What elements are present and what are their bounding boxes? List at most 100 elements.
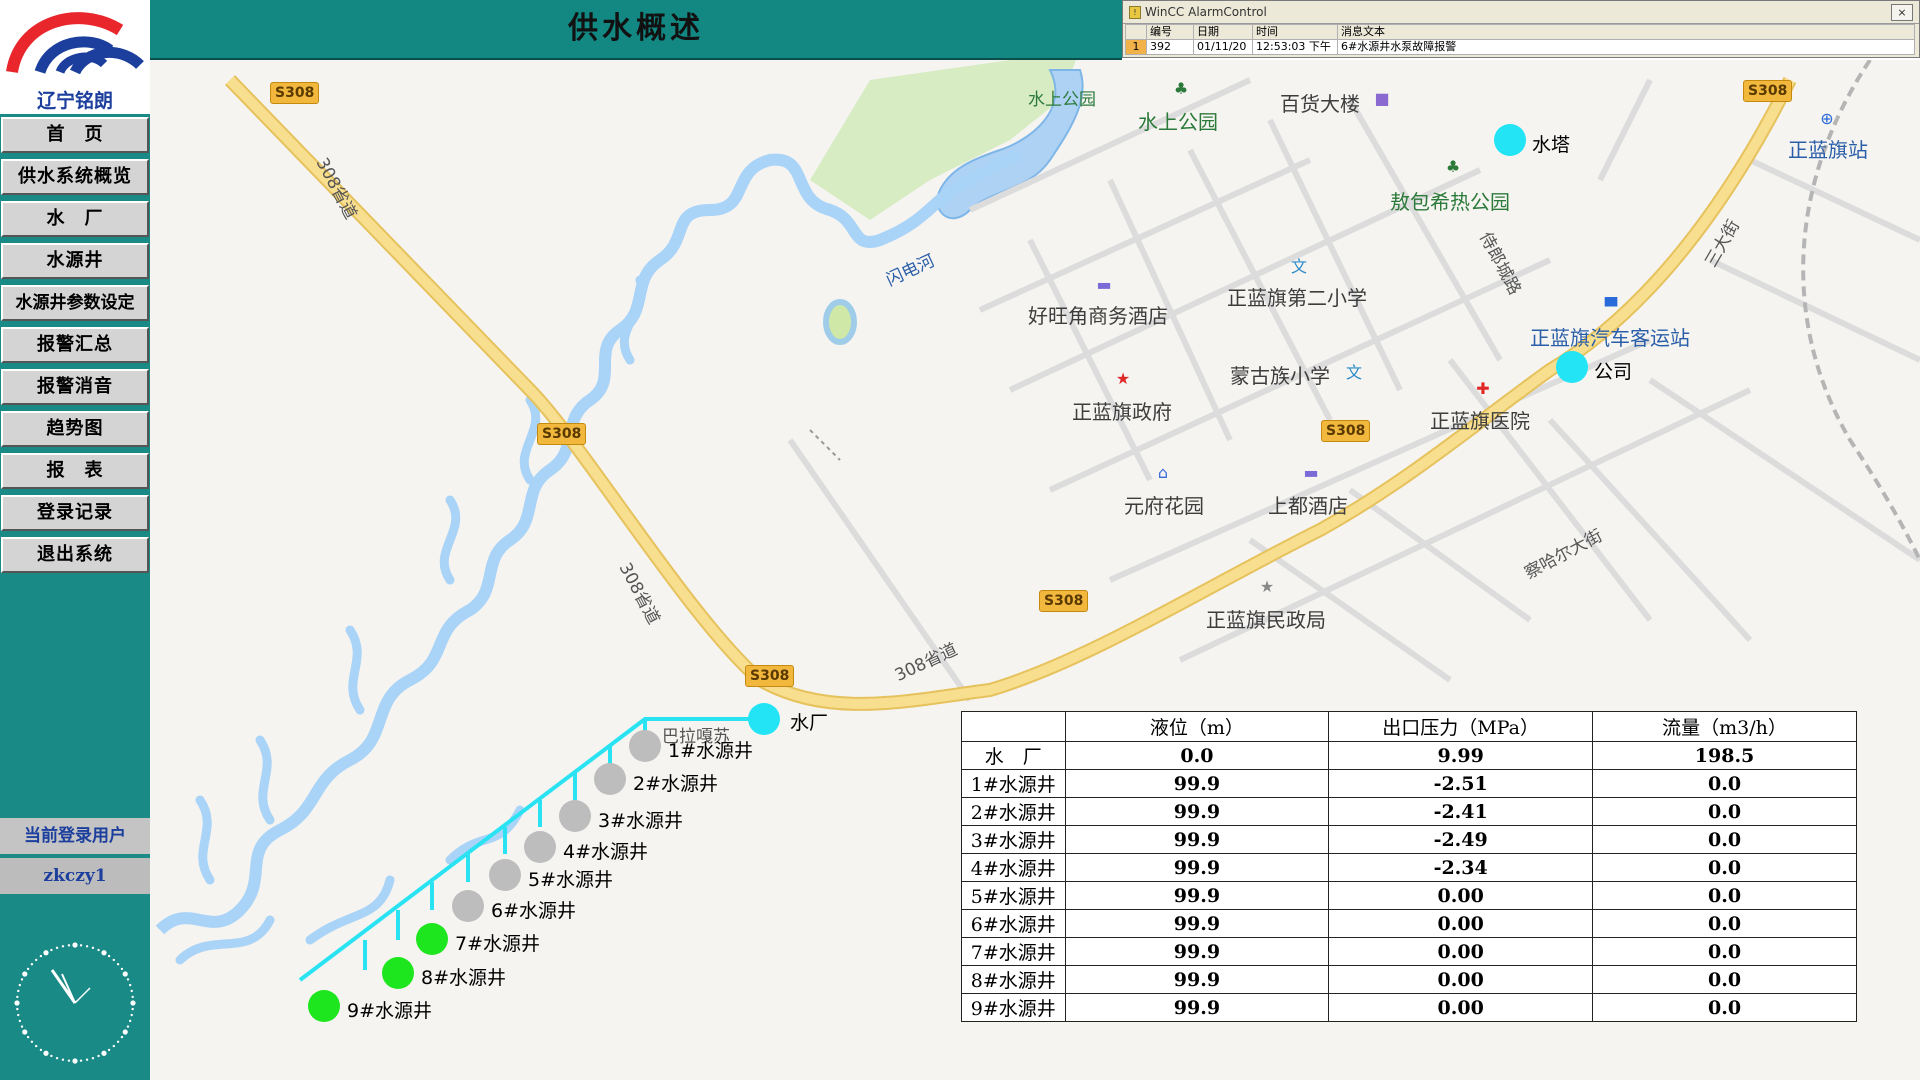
alarm-titlebar: ! WinCC AlarmControl ⨯ [1123,1,1919,24]
nav-wells-button[interactable]: 水源井 [1,243,149,279]
clock-tick [72,1058,78,1064]
clock-tick [116,1040,120,1044]
water-tower-node[interactable] [1494,124,1526,156]
clock-tick [50,1054,53,1058]
nav-home-button[interactable]: 首 页 [1,117,149,153]
clock-tick [34,958,38,962]
well-4-node[interactable] [524,831,556,863]
clock-tick [131,995,134,999]
table-row: 2#水源井 99.9 -2.41 0.0 [961,797,1857,826]
row-level: 99.9 [1064,797,1330,826]
clock-tick [130,1000,136,1006]
clock-tick [107,954,111,958]
clock-tick [79,1059,83,1062]
well-6-node[interactable] [452,890,484,922]
clock-tick [128,1019,132,1023]
clock-tick [17,1013,20,1017]
nav-supply-overview-button[interactable]: 供水系统概览 [1,159,149,195]
clock-tick [18,1019,22,1023]
row-level: 99.9 [1064,881,1330,910]
alarm-col-date: 日期 [1193,24,1253,40]
water-plant-node[interactable] [748,703,780,735]
table-row: 5#水源井 99.9 0.00 0.0 [961,881,1857,910]
clock-tick [130,1013,133,1017]
row-name: 1#水源井 [961,769,1066,798]
row-level: 99.9 [1064,909,1330,938]
row-name: 9#水源井 [961,993,1066,1022]
nav-login-log-button[interactable]: 登录记录 [1,495,149,531]
company-name: 辽宁铭朗 [36,90,113,112]
nav-well-params-button[interactable]: 水源井参数设定 [1,285,149,321]
nav-exit-button[interactable]: 退出系统 [1,537,149,573]
row-flow: 0.0 [1592,993,1857,1022]
water-data-table: 液位（m） 出口压力（MPa） 流量（m3/h） 水 厂 0.0 9.99 198.5… [961,711,1857,1022]
row-name: 5#水源井 [961,881,1066,910]
alarm-control-window[interactable]: ! WinCC AlarmControl ⨯ 编号 日期 时间 消息文本 1 3… [1122,0,1920,58]
well-3-node[interactable] [559,800,591,832]
map-label-aobao-park: 敖包希热公园 [1390,190,1510,214]
clock-tick [97,948,100,952]
clock-tick [97,1054,100,1058]
logo-arcs-icon [6,12,144,75]
map-label-train-station: 正蓝旗站 [1788,138,1868,162]
clock-tick [55,946,59,950]
nav-water-plant-button[interactable]: 水 厂 [1,201,149,237]
clock-tick [116,962,120,966]
table-header-row: 液位（m） 出口压力（MPa） 流量（m3/h） [961,711,1857,742]
close-icon[interactable]: ⨯ [1891,4,1913,21]
row-pressure: 0.00 [1328,993,1594,1022]
well-9-label: 9#水源井 [347,1000,433,1022]
school-icon: 文 [1290,257,1307,276]
table-header-flow: 流量（m3/h） [1592,711,1857,742]
well-8-node[interactable] [382,957,414,989]
bus-icon: ▀ [1604,297,1618,316]
clock-tick [122,971,128,977]
well-2-node[interactable] [594,763,626,795]
alarm-row-time: 12:53:03 下午 [1252,39,1338,55]
park-tree-icon: ♣ [1173,79,1189,98]
clock-tick [16,995,19,999]
well-1-node[interactable] [629,730,661,762]
table-row: 6#水源井 99.9 0.00 0.0 [961,909,1857,938]
nav-report-button[interactable]: 报 表 [1,453,149,489]
sidebar: 辽宁铭朗 首 页 供水系统概览 水 厂 水源井 水源井参数设定 报警汇总 报警消… [0,0,150,1080]
well-7-node[interactable] [416,923,448,955]
clock-tick [91,1056,95,1060]
clock-tick [85,1058,89,1061]
page-header: 供水概述 [150,0,1122,60]
alarm-row[interactable]: 1 392 01/11/20 12:53:03 下午 6#水源井水泵故障报警 [1125,39,1915,55]
clock-tick [20,978,24,981]
alarm-row-index: 1 [1125,39,1147,55]
clock-tick [61,1058,65,1061]
company-node[interactable] [1556,351,1588,383]
well-9-node[interactable] [308,990,340,1022]
clock-tick [43,1050,49,1056]
well-8-label: 8#水源井 [421,967,507,989]
government-star-icon: ★ [1115,369,1131,388]
clock-tick [91,946,95,950]
clock-tick [126,1025,130,1028]
row-pressure: 0.00 [1328,881,1594,910]
row-level: 99.9 [1064,965,1330,994]
row-flow: 0.0 [1592,937,1857,966]
well-5-node[interactable] [489,859,521,891]
nav-trend-button[interactable]: 趋势图 [1,411,149,447]
nav-alarm-summary-button[interactable]: 报警汇总 [1,327,149,363]
current-user-name: zkczy1 [0,858,150,894]
clock-tick [16,1007,19,1011]
alarm-header-index [1125,24,1147,40]
clock-tick [130,989,133,993]
table-header-level: 液位（m） [1064,711,1330,742]
map-label-school2: 正蓝旗第二小学 [1227,286,1367,310]
map-label-yuanfu: 元府花园 [1124,494,1204,518]
clock-tick [22,971,28,977]
nav-alarm-mute-button[interactable]: 报警消音 [1,369,149,405]
clock-tick [61,945,65,948]
clock-tick [85,945,89,948]
alarm-table: 编号 日期 时间 消息文本 1 392 01/11/20 12:53:03 下午… [1125,24,1915,55]
map-label-civil-bureau: 正蓝旗民政局 [1206,608,1326,632]
row-name: 8#水源井 [961,965,1066,994]
clock-tick [101,950,107,956]
row-level: 99.9 [1064,937,1330,966]
clock-tick [112,1044,116,1048]
